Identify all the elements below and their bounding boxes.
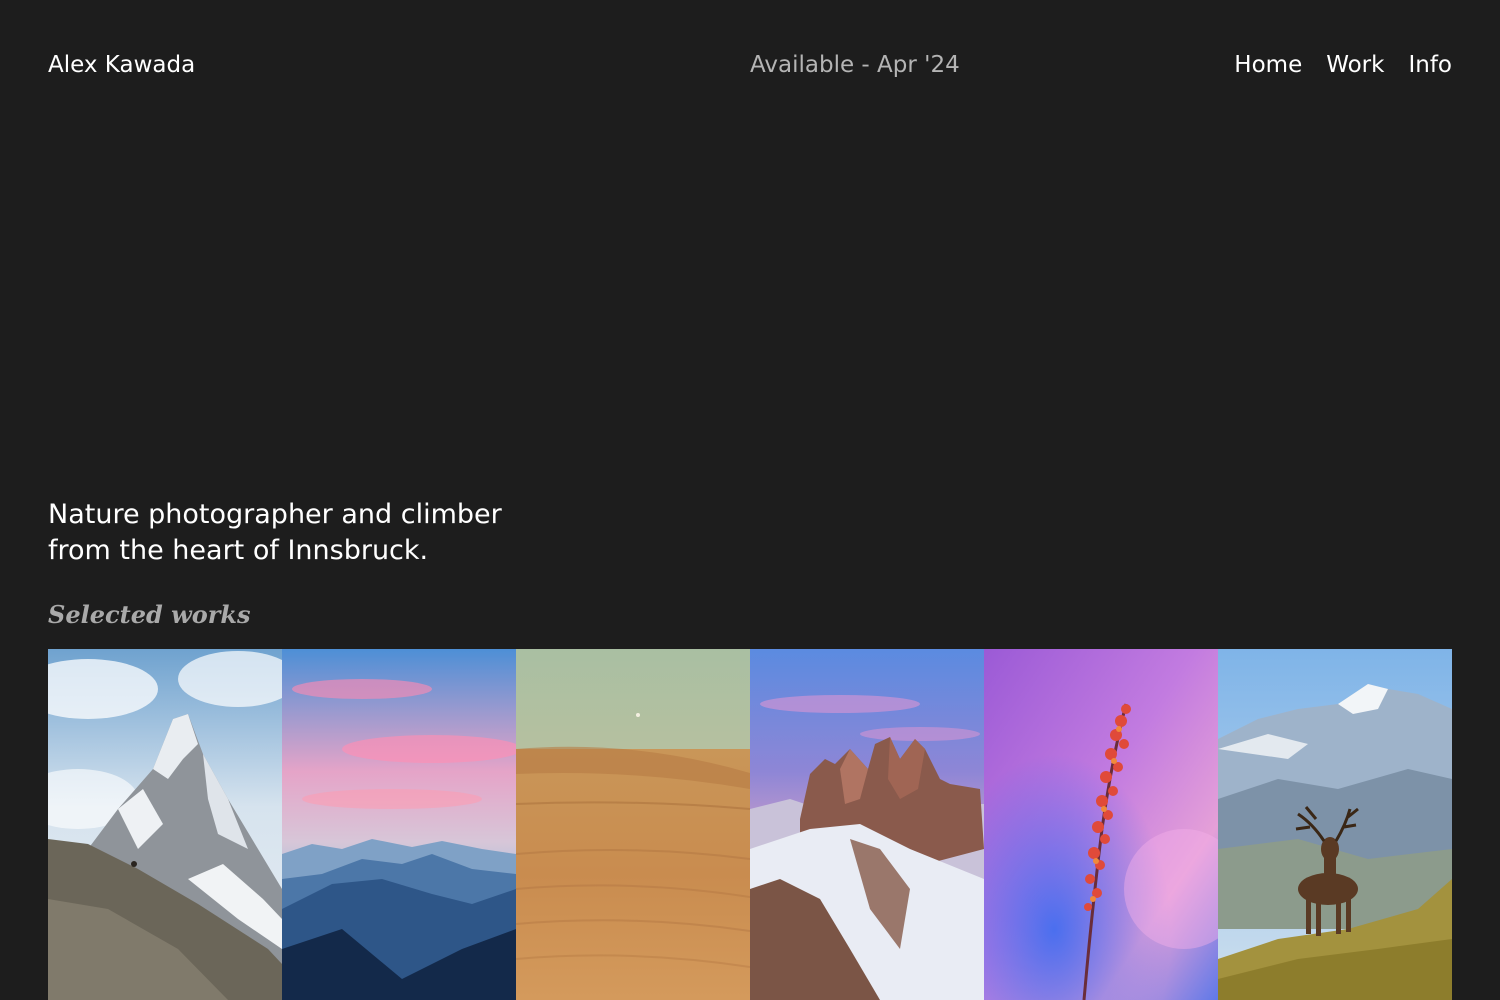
work-tile-flower-stem[interactable] <box>984 649 1218 1000</box>
availability-status: Available - Apr '24 <box>750 52 960 78</box>
work-tile-mountain-peak[interactable] <box>48 649 282 1000</box>
work-tile-dolomites[interactable] <box>750 649 984 1000</box>
intro-line-1: Nature photographer and climber <box>48 499 502 530</box>
intro-text: Nature photographer and climber from the… <box>48 497 568 569</box>
nav-home-link[interactable]: Home <box>1234 48 1302 82</box>
works-gallery <box>48 649 1452 1000</box>
pink-sunset-photo <box>282 649 516 1000</box>
work-tile-desert-dunes[interactable] <box>516 649 750 1000</box>
intro-line-2: from the heart of Innsbruck. <box>48 535 429 566</box>
work-tile-pink-sunset[interactable] <box>282 649 516 1000</box>
main-nav: Home Work Info <box>1234 48 1452 82</box>
dolomites-photo <box>750 649 984 1000</box>
red-deer-photo <box>1218 649 1452 1000</box>
flower-stem-photo <box>984 649 1218 1000</box>
mountain-peak-photo <box>48 649 282 1000</box>
brand-link[interactable]: Alex Kawada <box>48 48 195 82</box>
nav-work-link[interactable]: Work <box>1326 48 1384 82</box>
selected-works-heading: Selected works <box>48 600 251 629</box>
work-tile-red-deer[interactable] <box>1218 649 1452 1000</box>
desert-dunes-photo <box>516 649 750 1000</box>
nav-info-link[interactable]: Info <box>1408 48 1452 82</box>
site-header: Alex Kawada Available - Apr '24 Home Wor… <box>48 48 1452 82</box>
